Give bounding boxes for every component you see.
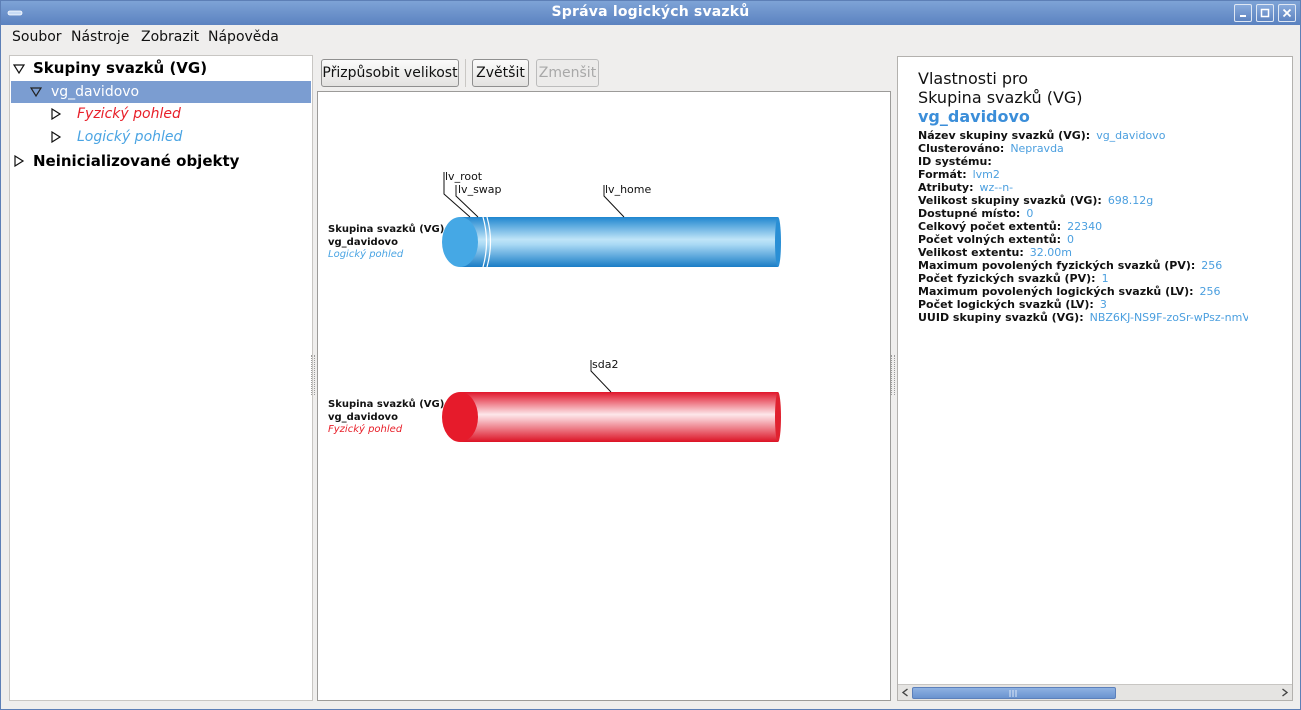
menu-bar: Soubor Nástroje Zobrazit Nápověda: [1, 25, 1300, 49]
property-row: Clusterováno: Nepravda: [918, 142, 1064, 155]
physical-volume-cylinder[interactable]: [442, 392, 781, 442]
maximize-icon: [1260, 8, 1270, 18]
scroll-right-icon[interactable]: [1280, 688, 1289, 697]
properties-heading: Vlastnosti pro: [918, 69, 1029, 88]
properties-panel: Vlastnosti pro Skupina svazků (VG) vg_da…: [897, 56, 1293, 701]
app-icon: [7, 10, 23, 16]
lv-root-label: lv_root: [445, 170, 483, 183]
property-row: Počet fyzických svazků (PV): 1: [918, 272, 1109, 285]
menu-napoveda[interactable]: Nápověda: [208, 29, 279, 45]
tree-label: Logický pohled: [77, 129, 183, 145]
lv-home-label: lv_home: [605, 183, 652, 196]
caption-line2: vg_davidovo: [328, 411, 398, 423]
tree-label: Neinicializované objekty: [33, 152, 240, 170]
menu-nastroje[interactable]: Nástroje: [71, 29, 129, 45]
property-row: Atributy: wz--n-: [918, 181, 1014, 194]
property-row: UUID skupiny svazků (VG): NBZ6KJ-NS9F-zoS…: [918, 311, 1248, 324]
properties-content: Vlastnosti pro Skupina svazků (VG) vg_da…: [918, 69, 1248, 324]
property-row: Velikost extentu: 32.00m: [918, 246, 1072, 259]
property-row: Celkový počet extentů: 22340: [918, 220, 1103, 233]
vg-tree: Skupiny svazků (VG) vg_davidovo Fyzický …: [9, 55, 313, 701]
zoom-in-button[interactable]: Zvětšit: [472, 59, 529, 87]
tree-label: Fyzický pohled: [77, 106, 181, 122]
tree-item-uninitialized[interactable]: Neinicializované objekty: [10, 150, 312, 172]
properties-subheading: Skupina svazků (VG): [918, 88, 1083, 107]
app-window: Správa logických svazků Soubor Nástroje …: [0, 0, 1301, 710]
property-row: Počet logických svazků (LV): 3: [918, 298, 1107, 311]
property-row: Maximum povolených fyzických svazků (PV)…: [918, 259, 1223, 272]
tree-item-logical[interactable]: Logický pohled: [10, 126, 312, 148]
grip-icon: [1009, 690, 1017, 697]
diagram-canvas[interactable]: Skupina svazků (VG) vg_davidovo Logický …: [317, 91, 891, 701]
property-row: Dostupné místo: 0: [918, 207, 1034, 220]
volume-diagram: [442, 172, 781, 442]
menu-soubor[interactable]: Soubor: [12, 29, 62, 45]
expander-down-icon[interactable]: [13, 63, 25, 75]
horizontal-scrollbar[interactable]: [898, 684, 1292, 700]
tree-label: Skupiny svazků (VG): [33, 59, 208, 77]
zoom-out-button[interactable]: Zmenšit: [536, 59, 599, 87]
toolbar-separator: [465, 59, 466, 87]
property-row: Formát: lvm2: [918, 168, 1000, 181]
tree-label: vg_davidovo: [51, 84, 140, 100]
physical-view-caption: Skupina svazků (VG) vg_davidovo Fyzický …: [328, 399, 444, 437]
property-row: Velikost skupiny svazků (VG): 698.12g: [918, 194, 1154, 207]
property-row: Název skupiny svazků (VG): vg_davidovo: [918, 129, 1166, 142]
logical-volume-cylinder[interactable]: [442, 217, 781, 267]
tree-item-vg[interactable]: vg_davidovo: [11, 81, 311, 103]
expander-down-icon[interactable]: [30, 86, 42, 98]
title-bar: Správa logických svazků: [1, 1, 1300, 25]
property-row: Počet volných extentů: 0: [918, 233, 1074, 246]
menu-zobrazit[interactable]: Zobrazit: [141, 29, 199, 45]
expander-right-icon[interactable]: [50, 108, 62, 120]
fit-size-button[interactable]: Přizpůsobit velikost: [321, 59, 459, 87]
minimize-button[interactable]: [1234, 4, 1252, 22]
left-splitter-handle[interactable]: [311, 355, 315, 395]
maximize-button[interactable]: [1256, 4, 1274, 22]
tree-item-physical[interactable]: Fyzický pohled: [10, 103, 312, 125]
minimize-icon: [1240, 15, 1246, 17]
sda2-label: sda2: [592, 358, 619, 371]
properties-vg-name: vg_davidovo: [918, 107, 1030, 126]
property-row: ID systému:: [918, 155, 992, 168]
scrollbar-thumb[interactable]: [912, 687, 1116, 699]
caption-line1: Skupina svazků (VG): [328, 399, 445, 410]
expander-right-icon[interactable]: [13, 155, 25, 167]
tree-item-vg-group[interactable]: Skupiny svazků (VG): [10, 57, 312, 79]
close-icon: [1282, 8, 1292, 18]
caption-line3: Fyzický pohled: [328, 424, 403, 435]
lv-swap-label: lv_swap: [458, 183, 502, 196]
property-row: Maximum povolených logických svazků (LV)…: [918, 285, 1221, 298]
window-title: Správa logických svazků: [551, 4, 750, 20]
expander-right-icon[interactable]: [50, 131, 62, 143]
scroll-left-icon[interactable]: [901, 688, 910, 697]
right-splitter-handle[interactable]: [891, 355, 895, 395]
close-button[interactable]: [1278, 4, 1296, 22]
